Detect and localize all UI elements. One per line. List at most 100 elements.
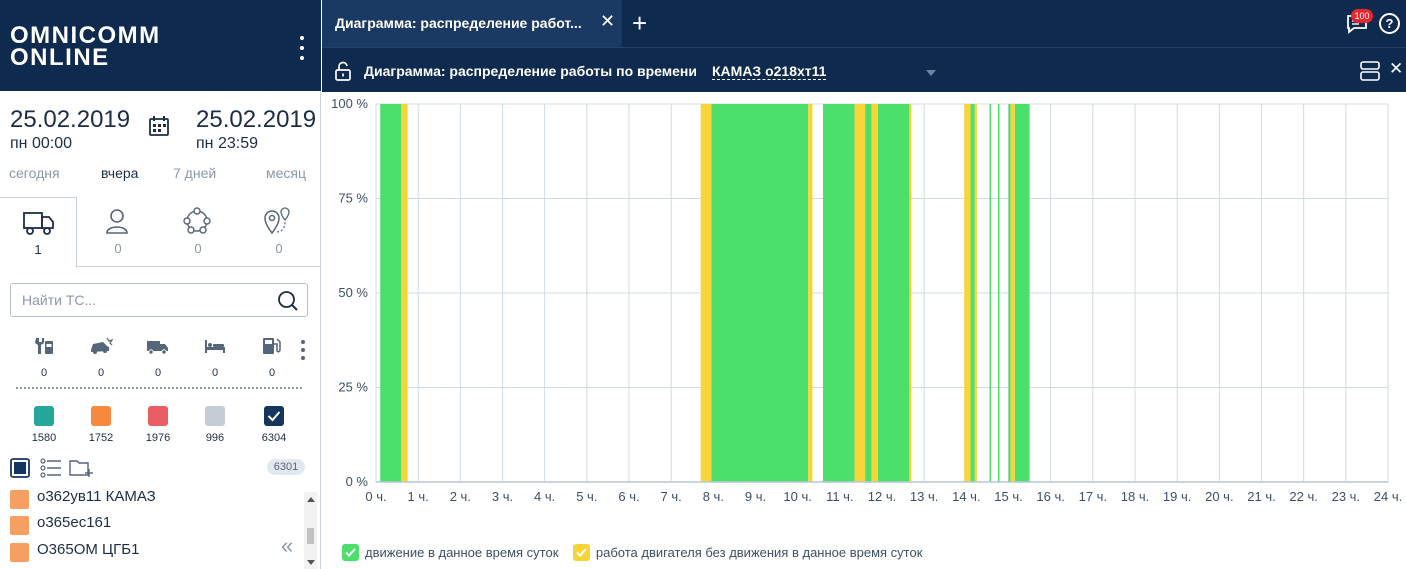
app-window: OMNICOMM ONLINE 25.02.2019 пн 00:00 25.0… — [0, 0, 1406, 569]
idle-engine-bar — [808, 104, 813, 482]
scroll-down-icon[interactable] — [307, 560, 315, 565]
list-view-icon[interactable] — [40, 458, 62, 478]
filter-crash[interactable]: 0 — [81, 336, 121, 379]
quick-period-7days[interactable]: 7 дней — [173, 165, 216, 181]
tab-geozones[interactable]: 0 — [239, 197, 319, 267]
vehicle-list-scrollbar[interactable] — [304, 492, 317, 569]
group-icon — [183, 207, 211, 234]
work-distribution-chart: 0 ч. 1 ч. 2 ч. 3 ч. 4 ч. 5 ч. 6 ч. 7 ч. 8 ч. 9 ч.… — [322, 92, 1406, 532]
x-tick-label: 16 ч. — [1036, 489, 1064, 504]
movement-bar — [877, 104, 910, 482]
vehicle-name: о365ес161 — [37, 514, 112, 531]
fuel-icon — [263, 338, 281, 354]
x-tick-label: 4 ч. — [534, 489, 555, 504]
list-count-badge: 6301 — [267, 459, 305, 475]
tab-groups[interactable]: 0 — [158, 197, 238, 267]
filter-fuel-count: 0 — [268, 367, 276, 379]
color-filter-orange[interactable]: 1752 — [81, 406, 121, 444]
vehicle-name: О365ОМ ЦГБ1 — [37, 541, 140, 558]
x-tick-label: 7 ч. — [661, 489, 682, 504]
document-tabbar: Диаграмма: распределение работ... ✕ + 10… — [322, 0, 1406, 47]
x-tick-label: 1 ч. — [408, 489, 429, 504]
brand-logo[interactable]: OMNICOMM ONLINE — [10, 24, 161, 70]
y-tick-label: 100 % — [331, 96, 368, 111]
period-from[interactable]: 25.02.2019 пн 00:00 — [10, 106, 130, 153]
help-icon[interactable]: ? — [1379, 13, 1400, 34]
split-view-icon[interactable] — [1359, 60, 1381, 82]
search-icon[interactable] — [277, 290, 299, 312]
folder-add-icon[interactable] — [69, 458, 93, 478]
idle-engine-bar — [909, 104, 912, 482]
search-input[interactable] — [22, 292, 262, 308]
calendar-icon[interactable] — [148, 115, 170, 137]
scroll-thumb[interactable] — [307, 528, 314, 544]
vehicle-selector[interactable]: КАМАЗ о218хт11 — [712, 63, 827, 80]
color-filter-count: 6304 — [261, 432, 287, 444]
filter-service-count: 0 — [40, 367, 48, 379]
report-toolbar: Диаграмма: распределение работы по време… — [322, 47, 1406, 92]
checkmark-icon — [345, 548, 356, 557]
filter-parking[interactable]: 0 — [138, 336, 178, 379]
chevron-down-icon[interactable] — [926, 70, 936, 76]
movement-bar — [711, 104, 809, 482]
truck-icon — [23, 212, 54, 235]
tab-chart[interactable]: Диаграмма: распределение работ... ✕ — [322, 0, 622, 47]
color-filter-red[interactable]: 1976 — [138, 406, 178, 444]
x-tick-label: 24 ч. — [1374, 489, 1402, 504]
color-filter-gray[interactable]: 996 — [195, 406, 235, 444]
x-tick-label: 13 ч. — [910, 489, 938, 504]
tab-drivers[interactable]: 0 — [78, 197, 158, 267]
add-tab-icon[interactable]: + — [632, 10, 647, 36]
period-to[interactable]: 25.02.2019 пн 23:59 — [196, 106, 316, 153]
collapse-sidebar-icon[interactable]: « — [281, 533, 293, 559]
status-more-icon[interactable] — [298, 340, 308, 362]
quick-period-yesterday[interactable]: вчера — [101, 165, 138, 181]
car-crash-icon — [91, 337, 114, 354]
x-tick-label: 10 ч. — [783, 489, 811, 504]
quick-period-today[interactable]: сегодня — [9, 165, 60, 181]
x-tick-label: 3 ч. — [492, 489, 513, 504]
color-filter-count: 1580 — [31, 432, 57, 444]
tab-geozones-count: 0 — [275, 241, 283, 256]
filter-rest[interactable]: 0 — [195, 336, 235, 379]
period-to-date: 25.02.2019 — [196, 106, 317, 133]
x-tick-label: 15 ч. — [994, 489, 1022, 504]
color-filter-all[interactable]: 6304 — [254, 406, 294, 444]
filter-fuel[interactable]: 0 — [252, 336, 292, 379]
sidebar-menu-icon[interactable] — [296, 35, 308, 61]
checkmark-icon — [576, 548, 587, 557]
unlock-icon[interactable] — [334, 61, 352, 81]
close-tab-icon[interactable]: ✕ — [600, 11, 615, 32]
tab-chart-title: Диаграмма: распределение работ... — [335, 15, 582, 31]
close-report-icon[interactable]: ✕ — [1389, 59, 1403, 79]
quick-period-month[interactable]: месяц — [266, 165, 306, 181]
legend-checkbox[interactable] — [572, 544, 590, 561]
legend-movement[interactable]: движение в данное время суток — [342, 544, 558, 561]
idle-engine-bar — [401, 104, 408, 482]
x-tick-label: 8 ч. — [703, 489, 724, 504]
scroll-up-icon[interactable] — [307, 497, 315, 502]
vehicle-name: о362ув11 КАМАЗ — [37, 490, 156, 505]
tab-groups-count: 0 — [194, 241, 202, 256]
select-all-icon[interactable] — [10, 458, 30, 478]
filter-service[interactable]: 0 — [24, 336, 64, 379]
legend-idle-engine[interactable]: работа двигателя без движения в данное в… — [572, 544, 922, 561]
x-tick-label: 9 ч. — [745, 489, 766, 504]
checkmark-icon — [267, 411, 281, 422]
x-tick-label: 14 ч. — [952, 489, 980, 504]
x-tick-label: 21 ч. — [1247, 489, 1275, 504]
legend-checkbox[interactable] — [342, 544, 359, 561]
y-tick-label: 25 % — [338, 380, 368, 395]
x-tick-label: 17 ч. — [1079, 489, 1107, 504]
movement-bar — [989, 104, 992, 482]
tab-vehicles[interactable]: 1 — [0, 197, 77, 268]
bed-icon — [205, 340, 225, 353]
idle-engine-bar — [964, 104, 971, 482]
vehicle-color-marker — [10, 490, 29, 509]
vehicle-color-marker — [10, 543, 29, 562]
idle-engine-bar — [854, 104, 866, 482]
idle-engine-bar — [871, 104, 878, 482]
color-filter-teal[interactable]: 1580 — [24, 406, 64, 444]
x-tick-label: 0 ч. — [365, 489, 386, 504]
color-swatch — [91, 406, 111, 426]
